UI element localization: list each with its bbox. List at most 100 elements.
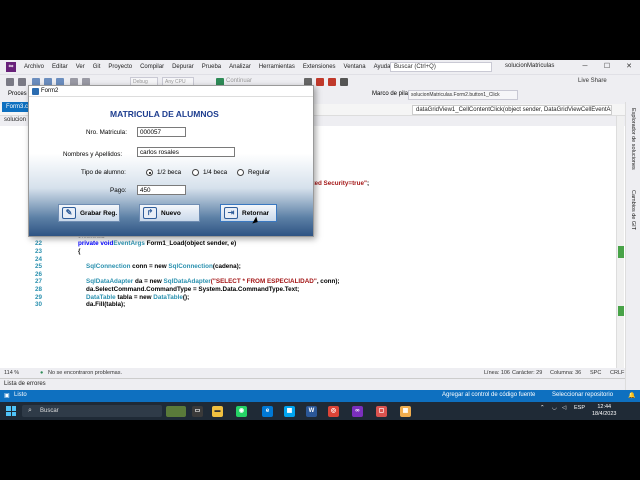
- code-token-kw: private void: [78, 240, 114, 248]
- search-icon: ⌕: [28, 407, 32, 414]
- editor-status-bar: 114 % ● No se encontraron problemas. Lín…: [0, 368, 625, 378]
- taskbar-clock[interactable]: 12:44 18/4/2023: [592, 404, 616, 418]
- chrome-icon[interactable]: ◎: [328, 406, 339, 417]
- code-token-rest: conn = new: [130, 263, 169, 271]
- form-window-icon: [32, 88, 39, 95]
- back-icon[interactable]: [6, 78, 14, 86]
- code-token-str: ("SELECT * FROM ESPECIALIDAD": [210, 278, 317, 286]
- editor-scrollbar[interactable]: [616, 116, 624, 368]
- error-list-tab[interactable]: Lista de errores: [0, 378, 625, 390]
- menu-depurar[interactable]: Depurar: [168, 64, 198, 70]
- vs-menu-bar: ∞ Archivo Editar Ver Git Proyecto Compil…: [0, 60, 640, 74]
- process-label: Proces: [8, 91, 27, 97]
- code-token-ty2: SqlConnection: [168, 263, 213, 271]
- menu-ver[interactable]: Ver: [72, 64, 89, 70]
- code-token-ty: SqlConnection: [86, 263, 131, 271]
- landscape-widget-icon[interactable]: [166, 406, 186, 417]
- git-changes-tab[interactable]: Cambios de GIT: [630, 190, 636, 230]
- menu-herramientas[interactable]: Herramientas: [255, 64, 299, 70]
- line-indicator: Línea: 106: [484, 370, 510, 376]
- notifications-icon[interactable]: 🔔: [628, 392, 635, 399]
- select-repo-button[interactable]: Seleccionar repositorio: [552, 392, 613, 398]
- maximize-icon[interactable]: ☐: [596, 60, 618, 74]
- zoom-level[interactable]: 114 %: [4, 370, 19, 376]
- menu-ventana[interactable]: Ventana: [340, 64, 370, 70]
- menu-git[interactable]: Git: [89, 64, 105, 70]
- menu-editar[interactable]: Editar: [48, 64, 72, 70]
- menu-analizar[interactable]: Analizar: [225, 64, 255, 70]
- solution-explorer-tab[interactable]: Explorador de soluciones: [630, 108, 636, 170]
- scroll-change-marker: [618, 306, 624, 316]
- visual-studio-icon[interactable]: ∞: [352, 406, 363, 417]
- close-icon[interactable]: ✕: [618, 60, 640, 74]
- stop-debug-icon[interactable]: [328, 78, 336, 86]
- minimize-icon[interactable]: ─: [574, 60, 596, 74]
- spc-indicator: SPC: [590, 370, 602, 376]
- member-select[interactable]: dataGridView1_CellContentClick(object se…: [412, 105, 612, 115]
- edge-icon[interactable]: e: [262, 406, 273, 417]
- char-indicator: Carácter: 29: [512, 370, 543, 376]
- problems-text: No se encontraron problemas.: [48, 370, 122, 376]
- continue-label[interactable]: Continuar: [226, 78, 252, 84]
- code-token-rest: da.Fill(tabla);: [86, 301, 126, 309]
- form2-title: Form2: [41, 88, 59, 94]
- task-view-icon[interactable]: ▭: [192, 406, 203, 417]
- crlf-indicator: CRLF: [610, 370, 625, 376]
- file-explorer-icon[interactable]: ▬: [212, 406, 223, 417]
- code-token-end: ();: [182, 293, 190, 301]
- form2-window: Form2: [28, 85, 314, 237]
- menu-extensiones[interactable]: Extensiones: [299, 64, 340, 70]
- solution-name: solucionMatriculas: [505, 63, 555, 69]
- volume-icon[interactable]: ◁: [562, 405, 566, 411]
- code-text: da.Fill(tabla);: [86, 301, 125, 309]
- code-token-end: ;: [366, 179, 370, 187]
- code-token-rest: Form1_Load(object sender,: [144, 240, 231, 248]
- network-icon[interactable]: ◡: [552, 405, 557, 411]
- code-token-rest: tabla = new: [115, 293, 154, 301]
- code-token-ty: DataTable: [86, 293, 116, 301]
- code-token-rest: da.SelectCommand.CommandType = System.Da…: [86, 286, 300, 293]
- live-share-label[interactable]: Live Share: [578, 78, 607, 84]
- code-token-rest: da = new: [133, 278, 164, 286]
- window-controls: ─ ☐ ✕: [574, 60, 640, 74]
- menu-archivo[interactable]: Archivo: [20, 64, 48, 70]
- clock-date: 18/4/2023: [592, 411, 617, 417]
- desktop-screen: ∞ Archivo Editar Ver Git Proyecto Compil…: [0, 60, 640, 420]
- word-icon[interactable]: W: [306, 406, 317, 417]
- check-icon: ●: [40, 370, 44, 376]
- visual-studio-logo-icon: ∞: [6, 62, 16, 72]
- menu-prueba[interactable]: Prueba: [198, 64, 225, 70]
- clock-time: 12:44: [597, 404, 612, 410]
- form-app-icon[interactable]: ▦: [400, 406, 411, 417]
- nav-project-label[interactable]: solucion: [4, 117, 26, 123]
- stack-frame-select[interactable]: solucionMatriculas.Form2.button1_Click: [408, 90, 518, 100]
- scroll-change-marker: [618, 246, 624, 258]
- status-ready: Listo: [14, 392, 27, 398]
- line-number: 30: [34, 301, 42, 309]
- taskbar-search[interactable]: ⌕ Buscar: [22, 405, 162, 417]
- language-indicator[interactable]: ESP: [574, 405, 585, 411]
- forward-icon[interactable]: [18, 78, 26, 86]
- vs-status-bar: ▣ Listo Agregar al control de código fue…: [0, 390, 640, 402]
- taskbar-search-label: Buscar: [40, 408, 59, 414]
- stop-icon[interactable]: [316, 78, 324, 86]
- code-token-rest: {: [78, 248, 81, 255]
- app-icon-red[interactable]: ▢: [376, 406, 387, 417]
- store-icon[interactable]: ▦: [284, 406, 295, 417]
- whatsapp-icon[interactable]: ◉: [236, 406, 247, 417]
- windows-taskbar: ⌕ Buscar ▭ ▬ ◉ e ▦ W ◎ ∞ ▢ ▦ ⌃ ◡ ◁ ESP 1…: [0, 402, 640, 420]
- windows-start-icon[interactable]: [6, 406, 16, 416]
- vs-search-box[interactable]: Buscar (Ctrl+Q): [390, 62, 492, 72]
- menu-proyecto[interactable]: Proyecto: [104, 64, 136, 70]
- tray-arrow-icon[interactable]: ⌃: [540, 405, 545, 411]
- code-token-ty2: DataTable: [153, 293, 183, 301]
- code-token-end: e): [230, 240, 237, 248]
- menu-compilar[interactable]: Compilar: [136, 64, 168, 70]
- code-token-end: , conn);: [316, 278, 340, 286]
- form2-title-bar[interactable]: Form2: [29, 86, 313, 97]
- source-control-button[interactable]: Agregar al control de código fuente: [442, 392, 535, 398]
- code-line[interactable]: 30 da.Fill(tabla);: [0, 301, 625, 309]
- restart-icon[interactable]: [340, 78, 348, 86]
- code-token-ty: EventArgs: [113, 240, 145, 248]
- side-tool-strip: Explorador de soluciones Cambios de GIT: [625, 102, 640, 420]
